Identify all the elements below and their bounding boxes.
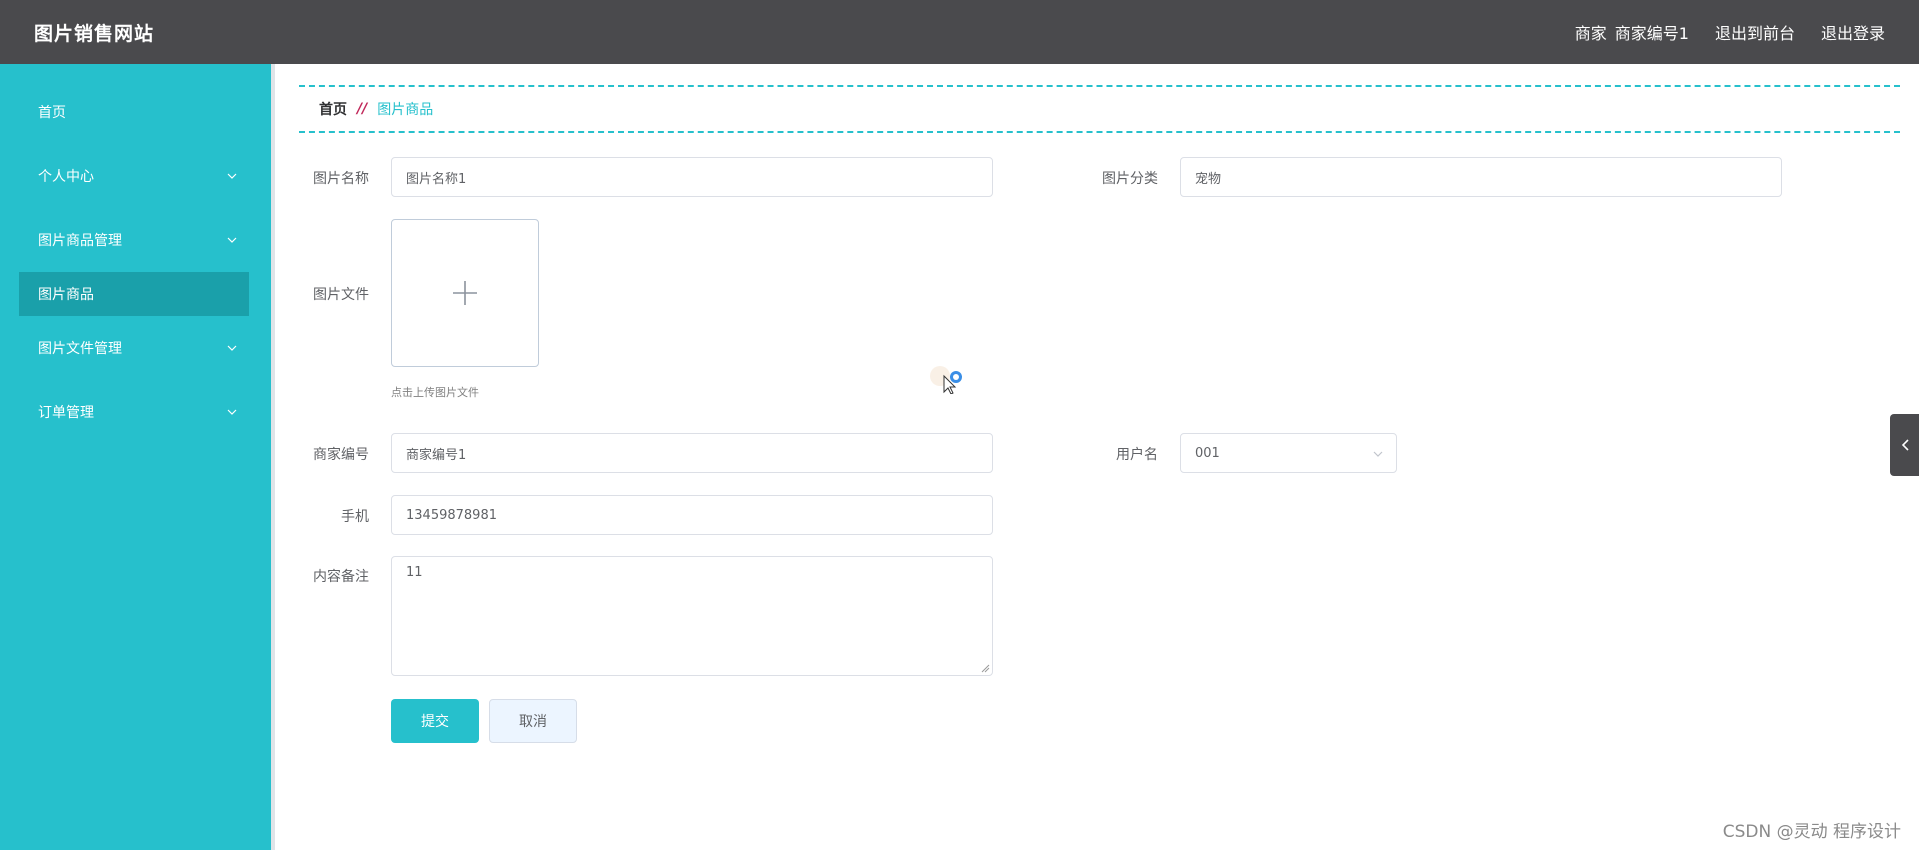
image-category-value: 宠物 <box>1195 171 1222 187</box>
plus-icon <box>453 281 477 305</box>
category-label: 图片分类 <box>1102 171 1158 187</box>
breadcrumb: 首页 // 图片商品 <box>299 85 1900 133</box>
sidebar-item-image-goods-manage[interactable]: 图片商品管理 <box>19 218 249 262</box>
sidebar-item-image-file-manage[interactable]: 图片文件管理 <box>19 326 249 370</box>
user-role: 商家 <box>1574 24 1607 43</box>
merchant-label: 商家编号 <box>313 447 369 463</box>
chevron-down-icon <box>227 173 237 179</box>
sidebar-item-label: 订单管理 <box>38 405 94 421</box>
image-upload-box[interactable] <box>391 219 539 367</box>
breadcrumb-current: 图片商品 <box>377 102 434 118</box>
username-label: 用户名 <box>1116 447 1158 463</box>
sidebar-item-order-manage[interactable]: 订单管理 <box>19 390 249 434</box>
main-content: 首页 // 图片商品 图片名称 图片名称1 图片分类 宠物 图片文件 点击上传图… <box>279 64 1919 850</box>
back-to-front-link[interactable]: 退出到前台 <box>1715 20 1795 44</box>
merchant-id-value: 商家编号1 <box>406 447 467 463</box>
phone-value: 13459878981 <box>406 507 497 523</box>
sidebar-item-label: 首页 <box>38 105 66 121</box>
phone-input[interactable]: 13459878981 <box>391 495 993 535</box>
logout-link[interactable]: 退出登录 <box>1821 20 1885 44</box>
resize-grip-icon[interactable] <box>980 663 990 673</box>
sidebar-item-personal-center[interactable]: 个人中心 <box>19 154 249 198</box>
cancel-button[interactable]: 取消 <box>489 699 577 743</box>
current-user: 商家 商家编号1 <box>1575 20 1689 44</box>
header-actions: 商家 商家编号1 退出到前台 退出登录 <box>1575 20 1885 44</box>
sidebar-item-home[interactable]: 首页 <box>19 90 249 134</box>
sidebar-item-image-goods[interactable]: 图片商品 <box>19 272 249 316</box>
remark-value: 11 <box>406 565 423 580</box>
phone-label: 手机 <box>341 509 369 525</box>
chevron-down-icon <box>1373 451 1383 457</box>
username-select[interactable]: 001 <box>1180 433 1397 473</box>
image-name-input[interactable]: 图片名称1 <box>391 157 993 197</box>
chevron-down-icon <box>227 409 237 415</box>
upload-tip: 点击上传图片文件 <box>391 386 479 399</box>
remark-label: 内容备注 <box>313 569 369 585</box>
mouse-cursor-icon <box>930 366 962 394</box>
chevron-down-icon <box>227 237 237 243</box>
breadcrumb-separator: // <box>357 101 368 117</box>
submit-button[interactable]: 提交 <box>391 699 479 743</box>
image-category-input[interactable]: 宠物 <box>1180 157 1782 197</box>
remark-textarea[interactable]: 11 <box>391 556 993 676</box>
chevron-down-icon <box>227 345 237 351</box>
image-name-value: 图片名称1 <box>406 171 467 187</box>
sidebar-item-label: 图片商品 <box>38 287 94 303</box>
user-name: 商家编号1 <box>1614 24 1689 43</box>
sidebar-item-label: 图片商品管理 <box>38 233 122 249</box>
sidebar-item-label: 图片文件管理 <box>38 341 122 357</box>
file-label: 图片文件 <box>313 287 369 303</box>
merchant-id-input[interactable]: 商家编号1 <box>391 433 993 473</box>
sidebar: 首页 个人中心 图片商品管理 图片商品 图片文件管理 订单管理 <box>0 64 275 850</box>
chevron-left-icon <box>1901 439 1909 451</box>
site-title: 图片销售网站 <box>34 22 155 45</box>
username-value: 001 <box>1195 445 1220 461</box>
top-header: 图片销售网站 商家 商家编号1 退出到前台 退出登录 <box>0 0 1919 64</box>
panel-toggle-button[interactable] <box>1890 414 1919 476</box>
sidebar-item-label: 个人中心 <box>38 169 94 185</box>
watermark: CSDN @灵动 程序设计 <box>1722 822 1901 842</box>
breadcrumb-home[interactable]: 首页 <box>319 99 347 119</box>
name-label: 图片名称 <box>313 171 369 187</box>
